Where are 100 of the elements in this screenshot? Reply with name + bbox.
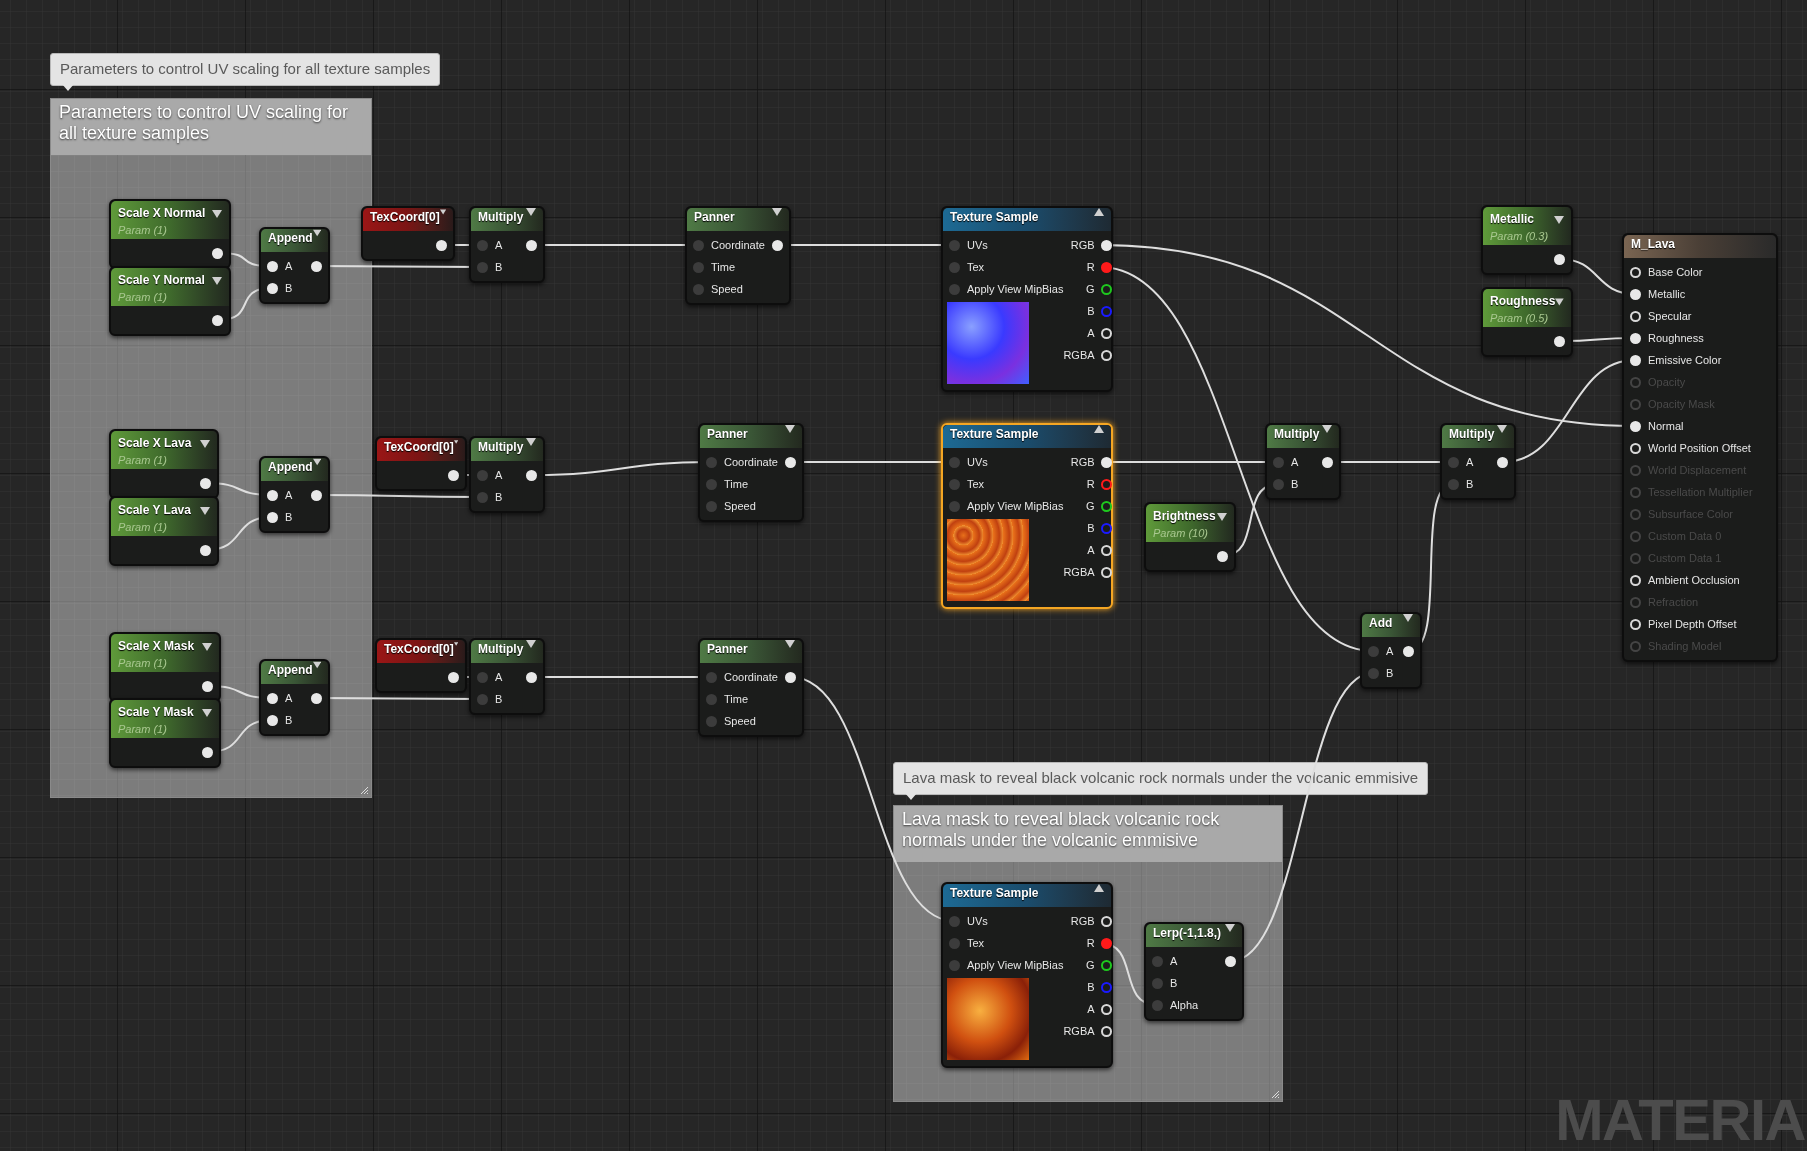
output-pin[interactable] [526, 239, 537, 251]
output-pin[interactable] [526, 469, 537, 481]
input-pin[interactable] [477, 693, 488, 705]
input-pin[interactable] [1448, 478, 1459, 490]
dropdown-arrow-icon[interactable] [212, 277, 222, 285]
output-pin[interactable] [1322, 456, 1333, 468]
material-node[interactable]: Multiply A B [469, 436, 545, 513]
dropdown-arrow-icon[interactable] [785, 425, 795, 433]
input-pin[interactable] [267, 489, 278, 501]
input-pin[interactable] [693, 239, 704, 251]
input-pin[interactable] [267, 260, 278, 272]
input-pin[interactable] [1368, 645, 1379, 657]
material-node[interactable]: Scale Y Normal Param (1) [109, 266, 231, 336]
output-pin[interactable] [1554, 335, 1565, 347]
material-node[interactable]: Texture Sample UVs Tex Apply View MipBias RGB R G B A RGBA [941, 206, 1113, 392]
input-pin[interactable] [706, 500, 717, 512]
input-pin[interactable] [693, 283, 704, 295]
material-node[interactable]: Scale X Normal Param (1) [109, 199, 231, 269]
resize-grip-icon[interactable] [360, 786, 369, 795]
output-pin[interactable] [526, 671, 537, 683]
material-node[interactable]: TexCoord[0] [375, 638, 467, 693]
input-pin[interactable] [267, 714, 278, 726]
output-pin[interactable] [202, 680, 213, 692]
input-pin[interactable] [477, 469, 488, 481]
input-pin[interactable] [1630, 332, 1641, 344]
input-pin[interactable] [706, 478, 717, 490]
dropdown-arrow-icon[interactable] [785, 640, 795, 648]
input-pin[interactable] [267, 692, 278, 704]
material-node[interactable]: Texture Sample UVs Tex Apply View MipBias RGB R G B A RGBA [941, 423, 1113, 609]
material-node[interactable]: Scale Y Mask Param (1) [109, 698, 221, 768]
dropdown-arrow-icon[interactable] [312, 661, 321, 669]
input-pin[interactable] [477, 491, 488, 503]
material-node[interactable]: TexCoord[0] [361, 206, 455, 261]
input-pin[interactable] [267, 511, 278, 523]
dropdown-arrow-icon[interactable] [453, 640, 458, 648]
material-node[interactable]: Brightness Param (10) [1144, 502, 1236, 572]
output-pin[interactable] [1554, 253, 1565, 265]
dropdown-arrow-icon[interactable] [212, 210, 222, 218]
output-pin[interactable] [772, 239, 783, 251]
input-pin[interactable] [1630, 420, 1641, 432]
input-pin[interactable] [477, 239, 488, 251]
output-pin[interactable] [1100, 522, 1112, 534]
dropdown-arrow-icon[interactable] [312, 458, 321, 466]
output-pin[interactable] [785, 456, 796, 468]
material-node[interactable]: Scale Y Lava Param (1) [109, 496, 219, 566]
dropdown-arrow-icon[interactable] [1217, 513, 1227, 521]
input-pin[interactable] [949, 239, 960, 251]
dropdown-arrow-icon[interactable] [1322, 425, 1332, 433]
dropdown-arrow-icon[interactable] [202, 643, 212, 651]
dropdown-arrow-icon[interactable] [439, 208, 446, 216]
collapse-arrow-icon[interactable] [1094, 884, 1104, 892]
input-pin[interactable] [477, 671, 488, 683]
input-pin[interactable] [1152, 977, 1163, 989]
output-pin[interactable] [436, 239, 447, 251]
input-pin[interactable] [1152, 999, 1163, 1011]
output-pin[interactable] [200, 544, 211, 556]
output-pin[interactable] [1225, 955, 1236, 967]
dropdown-arrow-icon[interactable] [1554, 216, 1564, 224]
output-pin[interactable] [311, 692, 322, 704]
dropdown-arrow-icon[interactable] [526, 438, 536, 446]
material-node[interactable]: Lerp(-1,1.8,) A B Alpha [1144, 922, 1244, 1021]
material-node[interactable]: Scale X Lava Param (1) [109, 429, 219, 499]
material-node[interactable]: Multiply A B [1265, 423, 1341, 500]
output-pin[interactable] [200, 477, 211, 489]
dropdown-arrow-icon[interactable] [200, 507, 210, 515]
output-pin[interactable] [1100, 500, 1112, 512]
input-pin[interactable] [693, 261, 704, 273]
dropdown-arrow-icon[interactable] [202, 709, 212, 717]
input-pin[interactable] [1368, 667, 1379, 679]
material-node[interactable]: Panner Coordinate Time Speed [698, 638, 804, 737]
dropdown-arrow-icon[interactable] [1497, 425, 1507, 433]
output-pin[interactable] [1403, 645, 1414, 657]
dropdown-arrow-icon[interactable] [1555, 298, 1564, 306]
material-node[interactable]: Add A B [1360, 612, 1422, 689]
material-node[interactable]: Panner Coordinate Time Speed [685, 206, 791, 305]
input-pin[interactable] [1448, 456, 1459, 468]
dropdown-arrow-icon[interactable] [526, 208, 536, 216]
input-pin[interactable] [1630, 354, 1641, 366]
input-pin[interactable] [267, 282, 278, 294]
output-pin[interactable] [448, 671, 459, 683]
input-pin[interactable] [706, 693, 717, 705]
input-pin[interactable] [1630, 288, 1641, 300]
dropdown-arrow-icon[interactable] [1403, 614, 1413, 622]
material-node[interactable]: Append A B [259, 456, 330, 533]
input-pin[interactable] [706, 715, 717, 727]
output-pin[interactable] [212, 314, 223, 326]
material-node[interactable]: Roughness Param (0.5) [1481, 287, 1573, 357]
dropdown-arrow-icon[interactable] [772, 208, 782, 216]
dropdown-arrow-icon[interactable] [200, 440, 210, 448]
output-pin[interactable] [1100, 478, 1112, 490]
input-pin[interactable] [949, 456, 960, 468]
material-node[interactable] [1622, 233, 1778, 662]
input-pin[interactable] [706, 456, 717, 468]
material-node[interactable]: Scale X Mask Param (1) [109, 632, 221, 702]
output-pin[interactable] [1100, 239, 1112, 251]
dropdown-arrow-icon[interactable] [1225, 924, 1235, 932]
output-pin[interactable] [311, 489, 322, 501]
output-pin[interactable] [1217, 550, 1228, 562]
input-pin[interactable] [1273, 456, 1284, 468]
output-pin[interactable] [202, 746, 213, 758]
